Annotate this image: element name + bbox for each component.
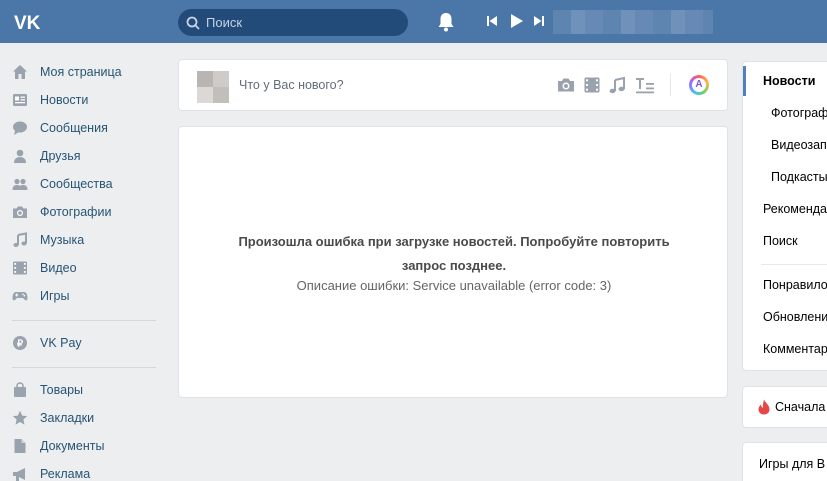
filter-news[interactable]: Новости xyxy=(763,74,815,88)
text-format-icon[interactable] xyxy=(635,76,655,94)
gamepad-icon xyxy=(12,292,28,301)
next-track-icon[interactable] xyxy=(533,15,545,27)
nav-item-news[interactable]: Новости xyxy=(12,90,162,110)
avatar-style-icon[interactable]: A xyxy=(689,75,709,95)
filter-videos[interactable]: Видеозап xyxy=(771,138,827,152)
friends-icon xyxy=(14,149,26,163)
svg-text:₽: ₽ xyxy=(17,339,24,350)
music-icon xyxy=(13,232,27,247)
feed-filter-menu: Новости Фотографи Видеозап Подкасты Реко… xyxy=(742,61,827,371)
messages-icon xyxy=(13,121,27,135)
active-indicator xyxy=(743,66,746,96)
menu-separator xyxy=(761,264,827,265)
nav-item-my-page[interactable]: Моя страница xyxy=(12,62,162,82)
new-post-box: Что у Вас нового? A xyxy=(178,59,728,111)
filter-recommendations[interactable]: Рекоменда xyxy=(763,202,827,216)
error-description: Описание ошибки: Service unavailable (er… xyxy=(296,278,612,293)
communities-icon xyxy=(12,178,28,190)
news-feed-error-card: Произошла ошибка при загрузке новостей. … xyxy=(178,126,728,398)
search-placeholder: Поиск xyxy=(206,15,243,30)
nav-item-communities[interactable]: Сообщества xyxy=(12,174,162,194)
sort-first-label: Сначала xyxy=(775,400,826,414)
new-post-input[interactable]: Что у Вас нового? xyxy=(239,78,344,92)
filter-updates[interactable]: Обновлени xyxy=(763,310,827,324)
flame-icon xyxy=(758,399,770,415)
vkpay-icon: ₽ xyxy=(13,336,27,350)
top-header: VK Поиск xyxy=(0,0,827,43)
camera-icon xyxy=(13,206,27,218)
nav-item-friends[interactable]: Друзья xyxy=(12,146,162,166)
games-label: Игры для В xyxy=(759,457,826,471)
star-icon xyxy=(12,410,28,425)
current-track-blurred[interactable] xyxy=(553,10,713,34)
nav-item-vk-pay[interactable]: ₽ VK Pay xyxy=(12,333,162,353)
camera-icon[interactable] xyxy=(557,76,575,94)
prev-track-icon[interactable] xyxy=(486,15,498,27)
nav-item-bookmarks[interactable]: Закладки xyxy=(12,408,162,428)
vk-logo-icon[interactable]: VK xyxy=(12,10,54,34)
nav-item-messages[interactable]: Сообщения xyxy=(12,118,162,138)
nav-item-games[interactable]: Игры xyxy=(12,286,162,306)
sort-first-box[interactable]: Сначала xyxy=(742,386,827,428)
nav-item-video[interactable]: Видео xyxy=(12,258,162,278)
play-icon[interactable] xyxy=(509,13,524,29)
search-icon xyxy=(186,16,200,30)
nav-item-goods[interactable]: Товары xyxy=(12,380,162,400)
error-title: Произошла ошибка при загрузке новостей. … xyxy=(238,234,670,273)
nav-item-documents[interactable]: Документы xyxy=(12,436,162,456)
megaphone-icon xyxy=(13,468,25,481)
document-icon xyxy=(14,439,26,453)
news-icon xyxy=(13,94,27,106)
video-icon xyxy=(13,261,27,275)
svg-text:VK: VK xyxy=(14,13,41,34)
video-icon[interactable] xyxy=(583,76,601,94)
toolbar-divider xyxy=(670,74,671,96)
nav-separator xyxy=(12,367,156,368)
bell-icon[interactable] xyxy=(437,12,455,32)
avatar[interactable] xyxy=(197,71,229,103)
filter-search[interactable]: Поиск xyxy=(763,234,798,248)
games-box[interactable]: Игры для В xyxy=(742,442,827,481)
home-icon xyxy=(13,65,27,79)
search-input[interactable]: Поиск xyxy=(178,9,408,36)
filter-liked[interactable]: Понравило xyxy=(763,278,827,292)
music-icon[interactable] xyxy=(608,76,626,94)
nav-item-ads[interactable]: Реклама xyxy=(12,464,162,481)
filter-photos[interactable]: Фотографи xyxy=(771,106,827,120)
nav-separator xyxy=(12,320,156,321)
filter-podcasts[interactable]: Подкасты xyxy=(771,170,827,184)
filter-comments[interactable]: Комментар xyxy=(763,342,827,356)
bag-icon xyxy=(14,382,26,397)
nav-item-photos[interactable]: Фотографии xyxy=(12,202,162,222)
nav-item-music[interactable]: Музыка xyxy=(12,230,162,250)
